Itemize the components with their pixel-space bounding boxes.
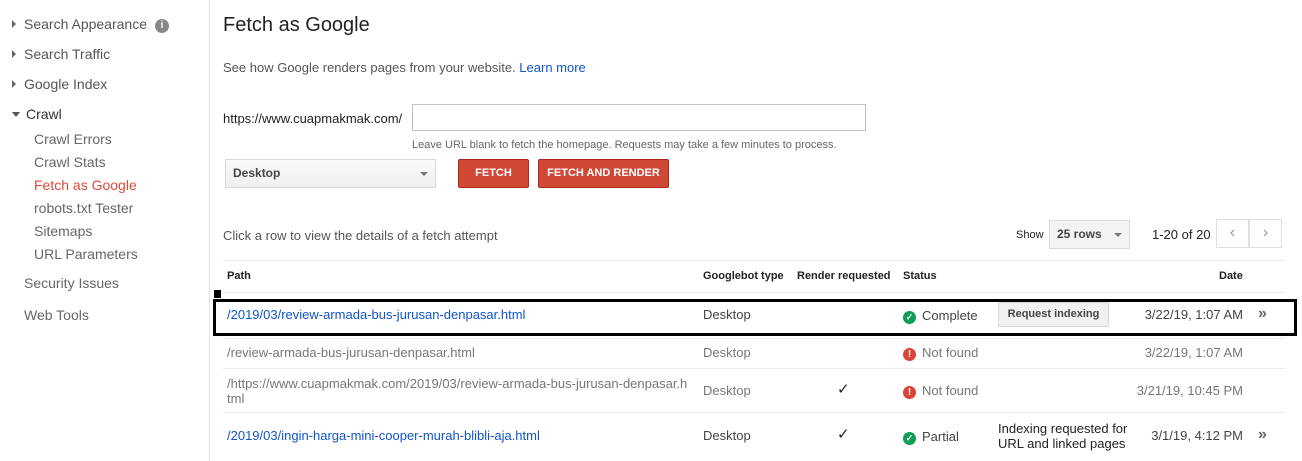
row-status: ✓ Partial xyxy=(903,429,959,445)
check-circle-icon: ✓ xyxy=(903,432,916,445)
row-path[interactable]: /https://www.cuapmakmak.com/2019/03/revi… xyxy=(227,376,687,406)
expand-arrow-icon xyxy=(12,80,16,88)
row-date: 3/22/19, 1:07 AM xyxy=(1144,345,1243,360)
pagination-range: 1-20 of 20 xyxy=(1152,227,1211,242)
divider xyxy=(223,260,1285,261)
url-input[interactable] xyxy=(412,104,866,131)
sidebar-item-crawl-stats[interactable]: Crawl Stats xyxy=(34,154,106,170)
divider xyxy=(223,412,1285,413)
sidebar-item-label: Crawl xyxy=(26,106,62,122)
sidebar-item-security-issues[interactable]: Security Issues xyxy=(24,275,119,291)
device-select[interactable]: Desktop xyxy=(225,159,436,188)
column-header-googlebot[interactable]: Googlebot type xyxy=(703,270,784,282)
show-label: Show xyxy=(1016,229,1044,241)
prev-page-button[interactable]: ‹ xyxy=(1216,219,1249,248)
page-description: See how Google renders pages from your w… xyxy=(223,60,586,75)
sidebar: Search Appearance i Search Traffic Google… xyxy=(0,0,210,461)
sidebar-item-robots-tester[interactable]: robots.txt Tester xyxy=(34,200,133,216)
row-status-text: Not found xyxy=(922,345,979,360)
column-header-path[interactable]: Path xyxy=(227,270,251,282)
row-date: 3/21/19, 10:45 PM xyxy=(1136,383,1243,398)
row-status: ! Not found xyxy=(903,383,978,399)
row-googlebot-type: Desktop xyxy=(703,345,751,360)
fetch-button[interactable]: FETCH xyxy=(458,159,529,188)
sidebar-item-web-tools[interactable]: Web Tools xyxy=(24,307,89,323)
url-prefix: https://www.cuapmakmak.com/ xyxy=(223,111,403,126)
rows-per-page-select[interactable]: 25 rows xyxy=(1049,220,1130,249)
dropdown-caret-icon xyxy=(1114,233,1122,237)
row-status-text: Not found xyxy=(922,383,979,398)
divider xyxy=(223,338,1285,339)
row-path-line: /https://www.cuapmakmak.com/2019/03/revi… xyxy=(227,376,688,391)
sidebar-item-label: Search Traffic xyxy=(24,46,111,62)
render-requested-check-icon: ✓ xyxy=(837,426,850,443)
next-page-button[interactable]: › xyxy=(1249,219,1282,248)
render-requested-check-icon: ✓ xyxy=(837,381,850,398)
learn-more-link[interactable]: Learn more xyxy=(519,60,585,75)
row-date: 3/1/19, 4:12 PM xyxy=(1151,428,1243,443)
error-circle-icon: ! xyxy=(903,348,916,361)
sidebar-item-search-traffic[interactable]: Search Traffic xyxy=(12,46,110,62)
dropdown-caret-icon xyxy=(420,172,428,176)
collapse-arrow-icon xyxy=(12,112,20,117)
annotation-marker xyxy=(214,290,221,298)
sidebar-item-search-appearance[interactable]: Search Appearance i xyxy=(12,16,169,33)
sidebar-item-label: Search Appearance xyxy=(24,16,147,32)
sidebar-item-crawl[interactable]: Crawl xyxy=(12,106,62,122)
sidebar-item-fetch-as-google[interactable]: Fetch as Google xyxy=(34,177,137,193)
sidebar-item-url-parameters[interactable]: URL Parameters xyxy=(34,246,138,262)
page-title: Fetch as Google xyxy=(223,14,370,36)
divider xyxy=(223,368,1285,369)
rows-select-value: 25 rows xyxy=(1057,227,1102,241)
sidebar-item-label: Google Index xyxy=(24,76,108,92)
device-select-value: Desktop xyxy=(233,166,281,180)
column-header-date[interactable]: Date xyxy=(1219,270,1243,282)
row-status: ! Not found xyxy=(903,345,978,361)
sidebar-item-crawl-errors[interactable]: Crawl Errors xyxy=(34,131,112,147)
error-circle-icon: ! xyxy=(903,386,916,399)
info-icon[interactable]: i xyxy=(154,19,169,33)
sidebar-item-sitemaps[interactable]: Sitemaps xyxy=(34,223,92,239)
column-header-status[interactable]: Status xyxy=(903,270,937,282)
row-status-text: Partial xyxy=(922,429,959,444)
row-googlebot-type: Desktop xyxy=(703,383,751,398)
divider xyxy=(223,292,1285,293)
expand-arrow-icon xyxy=(12,50,16,58)
table-hint: Click a row to view the details of a fet… xyxy=(223,228,498,243)
row-path-link[interactable]: /2019/03/ingin-harga-mini-cooper-murah-b… xyxy=(227,428,540,443)
sidebar-item-google-index[interactable]: Google Index xyxy=(12,76,107,92)
description-text: See how Google renders pages from your w… xyxy=(223,60,516,75)
fetch-and-render-button[interactable]: FETCH AND RENDER xyxy=(538,159,669,188)
column-header-render[interactable]: Render requested xyxy=(797,270,891,282)
url-hint: Leave URL blank to fetch the homepage. R… xyxy=(412,139,837,151)
row-googlebot-type: Desktop xyxy=(703,428,751,443)
expand-arrow-icon xyxy=(12,20,16,28)
row-path[interactable]: /review-armada-bus-jurusan-denpasar.html xyxy=(227,345,475,360)
row-path-line: tml xyxy=(227,391,245,406)
row-highlight-box xyxy=(213,299,1297,336)
row-details-chevron-icon[interactable]: » xyxy=(1258,426,1267,444)
